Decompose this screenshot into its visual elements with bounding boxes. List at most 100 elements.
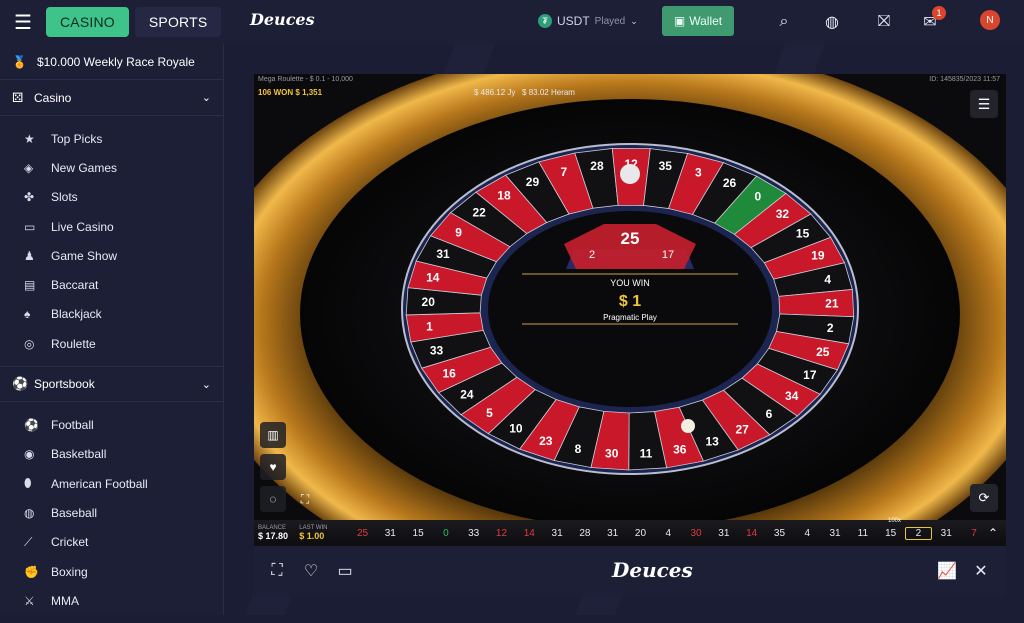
sports-item[interactable]: ⚔ MMA (0, 586, 223, 615)
american-football-icon: ⬮ (24, 476, 32, 491)
won-label: WON (273, 88, 294, 97)
sports-item[interactable]: ✊ Boxing (0, 557, 223, 586)
sports-tab[interactable]: SPORTS (134, 7, 222, 37)
wheel-number: 27 (735, 423, 749, 437)
spade-icon: ♠ (24, 307, 31, 322)
wheel-number: 19 (811, 249, 825, 263)
sidebar-item-label: Live Casino (51, 219, 114, 234)
sports-item[interactable]: ⬮ American Football (0, 469, 223, 498)
boxing-icon: ✊ (24, 564, 39, 579)
wheel-number: 0 (754, 190, 761, 204)
wheel-number: 30 (605, 446, 619, 460)
casino-item[interactable]: ♟ Game Show (0, 241, 223, 270)
race-label: $10.000 Weekly Race Royale (36, 54, 195, 69)
close-icon[interactable]: ✕ (964, 554, 998, 588)
sidebar-item-label: Roulette (51, 336, 96, 351)
wheel-number: 18 (497, 189, 511, 203)
casino-item[interactable]: ★ Top Picks (0, 124, 223, 153)
casino-item[interactable]: ✤ Slots (0, 183, 223, 212)
casino-item[interactable]: ♠ Blackjack (0, 300, 223, 329)
wheel-number: 29 (526, 175, 540, 189)
race-banner[interactable]: 🏅 $10.000 Weekly Race Royale (0, 44, 223, 80)
wheel-number: 17 (803, 368, 817, 382)
game-menu-icon[interactable]: ☰ (970, 90, 998, 118)
currency-selector[interactable]: ₮ USDT Played ⌄ (538, 6, 658, 36)
screenshot-icon[interactable]: ⛶ (260, 554, 294, 588)
sports-item[interactable]: ⚽ Football (0, 410, 223, 439)
sidebar-item-label: Baccarat (51, 278, 99, 293)
tv-icon: ▭ (24, 219, 36, 234)
casino-section[interactable]: ⚄ Casino ⌄ (0, 80, 223, 116)
wheel-number: 31 (436, 247, 450, 261)
notification-badge: 1 (932, 6, 946, 20)
casino-item[interactable]: ◈ New Games (0, 153, 223, 182)
heart-icon[interactable]: ♥ (260, 454, 286, 480)
chevron-up-icon[interactable]: ⌃ (988, 526, 998, 540)
history-number: 25 (356, 527, 369, 539)
casino-item[interactable]: ◎ Roulette (0, 329, 223, 358)
casino-item[interactable]: ▭ Live Casino (0, 212, 223, 241)
search-icon[interactable]: ⌕ (762, 0, 806, 44)
sidebar: 🏅 $10.000 Weekly Race Royale ⚄ Casino ⌄ … (0, 44, 224, 615)
balance: BALANCE $ 17.80 (254, 525, 299, 541)
chart-icon[interactable]: 📈 (930, 554, 964, 588)
wheel-number: 22 (472, 206, 486, 220)
stats-icon[interactable]: ▥ (260, 422, 286, 448)
table-name: Mega Roulette - $ 0.1 - 10,000 (258, 76, 353, 83)
history-number: 4 (665, 527, 672, 539)
sidebar-item-label: Blackjack (51, 307, 102, 322)
medal-icon: 🏅 (12, 54, 27, 69)
favorite-icon[interactable]: ♡ (294, 554, 328, 588)
dice-icon: ⚄ (12, 89, 24, 105)
globe-icon[interactable]: ◍ (810, 0, 854, 44)
history-number: 15 (885, 527, 897, 539)
wheel-number: 7 (560, 165, 567, 179)
baseball-icon: ◍ (24, 505, 35, 520)
history-number: 31 (829, 527, 841, 539)
mail-icon[interactable]: ✉ (908, 0, 952, 44)
sports-item[interactable]: ◍ Baseball (0, 498, 223, 527)
mma-icon: ⚔ (24, 593, 35, 608)
casino-item[interactable]: ▤ Baccarat (0, 270, 223, 299)
sportsbook-section[interactable]: ⚽ Sportsbook ⌄ (0, 366, 223, 403)
history-number: 20 (634, 527, 647, 539)
wheel-number: 6 (766, 407, 773, 421)
history-number: 2 (904, 526, 933, 540)
soccer-ball-icon: ⚽ (12, 376, 29, 392)
fullscreen-icon[interactable]: ⛶ (292, 486, 318, 512)
wallet-button[interactable]: ▣ Wallet (662, 6, 734, 36)
game-frame[interactable]: 0 32 15 19 4 21 2 25 17 34 6 27 13 36 11 30 8 23 10 5 24 16 33… (254, 74, 1006, 546)
result-number: 25 (621, 229, 640, 248)
wheel-number: 13 (705, 434, 719, 448)
game-toolbar: ⛶ ♡ ▭ Deuces 📈 ✕ (254, 546, 1006, 596)
history-number: 12 (495, 527, 508, 539)
chevron-down-icon: ⌄ (201, 378, 211, 391)
sidebar-item-label: American Football (51, 476, 148, 491)
sidebar-item-label: New Games (51, 160, 118, 175)
wallet-label: Wallet (689, 14, 723, 28)
basketball-icon: ◉ (24, 447, 35, 462)
sports-item[interactable]: ⟋ Cricket (0, 528, 223, 557)
refresh-icon[interactable]: ⟳ (970, 484, 998, 512)
wheel-number: 4 (824, 272, 831, 286)
game-show-icon: ♟ (24, 248, 35, 263)
history-number: 31 (940, 527, 952, 539)
history-number: 11 (857, 527, 869, 539)
menu-icon[interactable]: ☰ (0, 0, 46, 44)
sports-item[interactable]: ◉ Basketball (0, 440, 223, 469)
roulette-wheel: 0321519421225173462713361130823105241633… (254, 74, 1006, 546)
casino-tab[interactable]: CASINO (46, 7, 129, 37)
toolbar-logo: Deuces (612, 558, 693, 582)
game-id: ID: 145835/2023 11:57 (929, 76, 1000, 83)
avatar[interactable]: N (980, 10, 1000, 30)
theater-icon[interactable]: ▭ (328, 554, 362, 588)
wheel-number: 15 (796, 227, 810, 241)
cricket-icon: ⟋ (24, 534, 33, 549)
site-logo[interactable]: Deuces (250, 10, 315, 29)
gift-icon[interactable]: ⛝ (862, 0, 906, 44)
wheel-number: 9 (455, 225, 462, 239)
history-number: 7 (971, 527, 977, 539)
wheel-number: 2 (827, 321, 834, 335)
wheel-number: 32 (776, 207, 790, 221)
chip-icon[interactable]: ◌ (260, 486, 286, 512)
